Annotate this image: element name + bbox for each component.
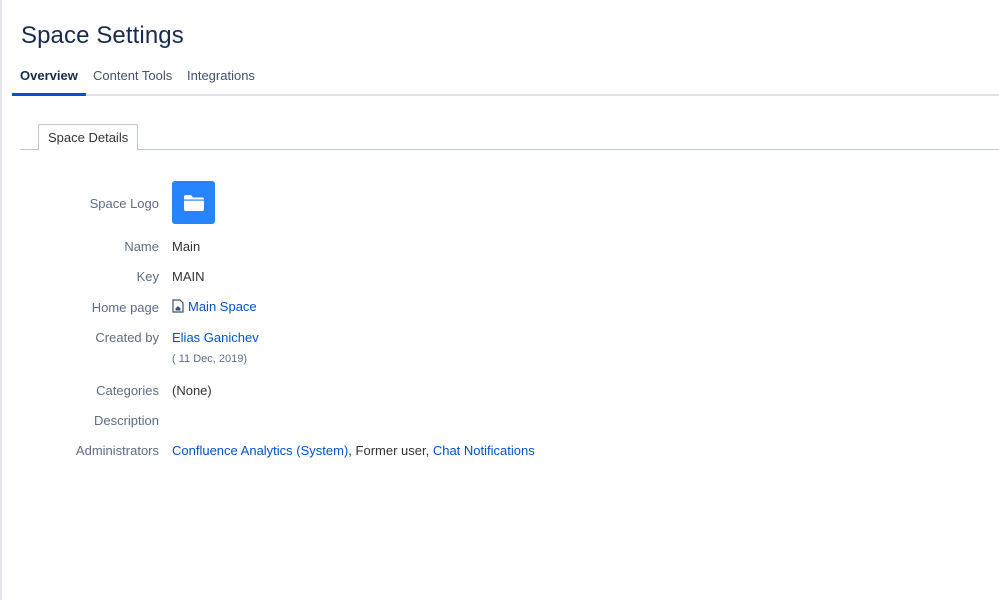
categories-label: Categories	[96, 383, 159, 398]
administrators-label: Administrators	[75, 443, 159, 458]
created-by-label: Created by	[95, 330, 159, 345]
creator-link[interactable]: Elias Ganichev	[172, 330, 259, 345]
tab-content-tools[interactable]: Content Tools	[85, 60, 180, 96]
admin-link-chat-notifications[interactable]: Chat Notifications	[433, 443, 535, 458]
page-title: Space Settings	[21, 22, 184, 49]
admin-link-analytics[interactable]: Confluence Analytics (System)	[172, 443, 348, 458]
folder-icon	[183, 194, 204, 211]
main-tabs: Overview Content Tools Integrations	[12, 60, 999, 96]
administrators-value: Confluence Analytics (System), Former us…	[172, 443, 535, 458]
tab-space-details[interactable]: Space Details	[38, 124, 139, 151]
space-logo-label: Space Logo	[89, 196, 159, 211]
key-value: MAIN	[172, 269, 205, 284]
name-label: Name	[124, 239, 159, 254]
sub-tabs: Space Details	[20, 124, 999, 151]
created-by-value: Elias Ganichev	[172, 330, 259, 345]
homepage-value: Main Space	[172, 299, 257, 316]
tab-overview[interactable]: Overview	[12, 60, 86, 96]
homepage-label: Home page	[91, 300, 159, 315]
homepage-link[interactable]: Main Space	[188, 299, 257, 314]
key-label: Key	[136, 269, 159, 284]
left-border	[0, 0, 2, 600]
admin-separator: , Former user,	[348, 443, 433, 458]
space-logo[interactable]	[172, 181, 215, 224]
description-label: Description	[93, 413, 159, 428]
home-page-icon	[172, 299, 184, 316]
created-date: ( 11 Dec, 2019)	[172, 353, 248, 365]
tab-integrations[interactable]: Integrations	[179, 60, 263, 96]
name-value: Main	[172, 239, 201, 254]
categories-value: (None)	[172, 383, 212, 398]
